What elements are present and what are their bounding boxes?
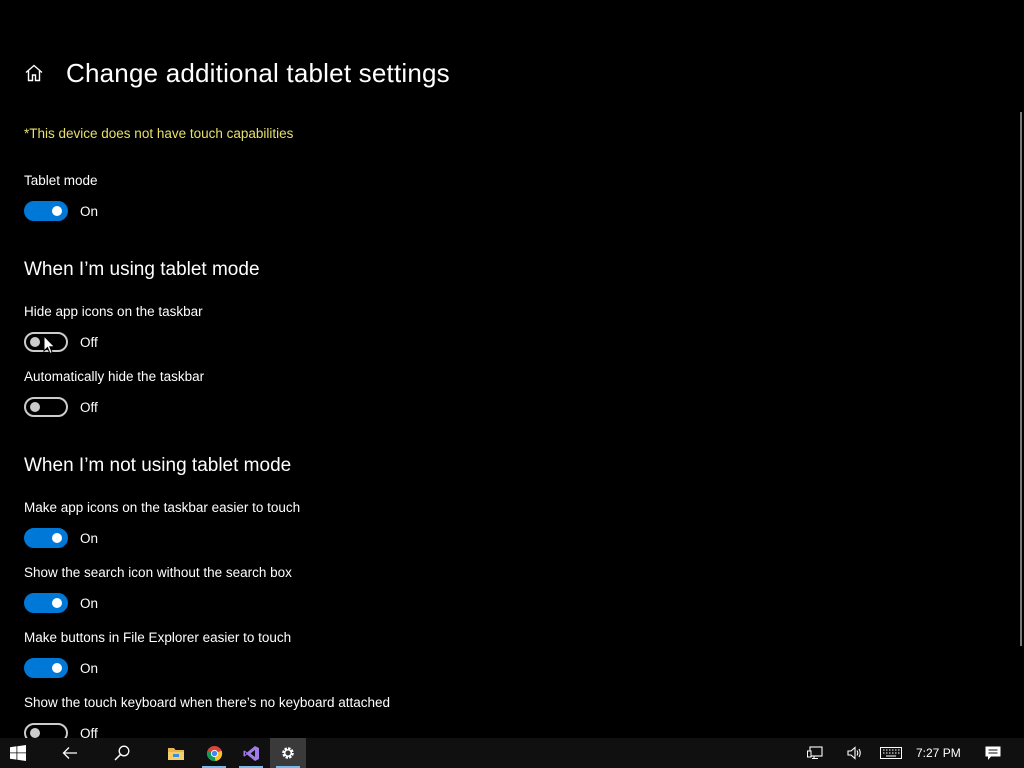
tablet-mode-toggle[interactable]: On [24, 201, 98, 221]
toggle-state-label: Off [80, 334, 98, 350]
settings-window: Change additional tablet settings *This … [0, 0, 1024, 768]
setting-label: Show the search icon without the search … [24, 565, 292, 580]
toggle-switch[interactable] [24, 397, 68, 417]
toggle-switch[interactable] [24, 528, 68, 548]
network-button[interactable] [800, 738, 830, 768]
taskbar: 7:27 PM [0, 738, 1024, 768]
toggle-knob [30, 402, 40, 412]
network-icon [807, 746, 823, 760]
start-icon [10, 745, 26, 761]
setting-label: Automatically hide the taskbar [24, 369, 205, 384]
settings-icon [282, 747, 294, 759]
touch-keyboard-icon [880, 747, 902, 759]
setting-touch-keyboard: Show the touch keyboard when there’s no … [24, 694, 390, 738]
search-icon-toggle[interactable]: On [24, 593, 292, 613]
toggle-knob [30, 728, 40, 738]
toggle-state-label: On [80, 530, 99, 546]
file-explorer-icon [168, 747, 184, 760]
search-icon [114, 745, 130, 761]
settings-content: Change additional tablet settings *This … [0, 0, 1016, 738]
toggle-knob [52, 206, 62, 216]
section-heading-not-using-tablet: When I’m not using tablet mode [24, 455, 292, 476]
volume-button[interactable] [840, 738, 870, 768]
setting-search-icon: Show the search icon without the search … [24, 564, 292, 613]
toggle-switch[interactable] [24, 593, 68, 613]
toggle-knob [30, 337, 40, 347]
setting-label: Hide app icons on the taskbar [24, 304, 203, 319]
toggle-state-label: Off [80, 399, 98, 415]
toggle-state-label: On [80, 203, 99, 219]
hide-app-icons-toggle[interactable]: Off [24, 332, 203, 352]
setting-easier-taskbar-icons: Make app icons on the taskbar easier to … [24, 499, 300, 548]
home-button[interactable] [24, 63, 44, 83]
setting-auto-hide-taskbar: Automatically hide the taskbar Off [24, 368, 204, 417]
search-button[interactable] [104, 738, 140, 768]
toggle-state-label: Off [80, 725, 98, 739]
toggle-switch[interactable] [24, 723, 68, 738]
toggle-knob [52, 598, 62, 608]
setting-file-explorer-buttons: Make buttons in File Explorer easier to … [24, 629, 291, 678]
scrollbar[interactable] [1020, 112, 1022, 646]
toggle-switch[interactable] [24, 332, 68, 352]
toggle-state-label: On [80, 660, 99, 676]
visual-studio-icon [243, 745, 259, 761]
page-header: Change additional tablet settings [24, 56, 450, 90]
chrome-button[interactable] [196, 738, 232, 768]
action-center-button[interactable] [976, 738, 1010, 768]
toggle-state-label: On [80, 595, 99, 611]
back-button[interactable] [52, 738, 88, 768]
auto-hide-taskbar-toggle[interactable]: Off [24, 397, 204, 417]
toggle-switch[interactable] [24, 201, 68, 221]
back-icon [62, 747, 77, 759]
settings-button[interactable] [270, 738, 306, 768]
toggle-knob [52, 533, 62, 543]
touch-keyboard-button[interactable] [876, 738, 906, 768]
page-title: Change additional tablet settings [66, 57, 450, 88]
file-explorer-buttons-toggle[interactable]: On [24, 658, 291, 678]
setting-label: Make buttons in File Explorer easier to … [24, 630, 292, 645]
volume-icon [847, 746, 861, 760]
setting-tablet-mode: Tablet mode On [24, 172, 98, 221]
taskbar-clock[interactable]: 7:27 PM [916, 738, 961, 768]
start-button[interactable] [0, 738, 36, 768]
chrome-icon [206, 745, 222, 761]
easier-taskbar-icons-toggle[interactable]: On [24, 528, 300, 548]
setting-label: Make app icons on the taskbar easier to … [24, 500, 301, 515]
home-icon [25, 64, 43, 82]
setting-hide-app-icons: Hide app icons on the taskbar Off [24, 303, 203, 352]
touch-keyboard-toggle[interactable]: Off [24, 723, 390, 738]
touch-notice: *This device does not have touch capabil… [24, 126, 294, 141]
setting-label: Tablet mode [24, 173, 98, 188]
toggle-switch[interactable] [24, 658, 68, 678]
action-center-icon [985, 746, 1001, 760]
setting-label: Show the touch keyboard when there’s no … [24, 695, 390, 710]
visual-studio-button[interactable] [233, 738, 269, 768]
section-heading-using-tablet: When I’m using tablet mode [24, 259, 260, 280]
file-explorer-button[interactable] [158, 738, 194, 768]
toggle-knob [52, 663, 62, 673]
